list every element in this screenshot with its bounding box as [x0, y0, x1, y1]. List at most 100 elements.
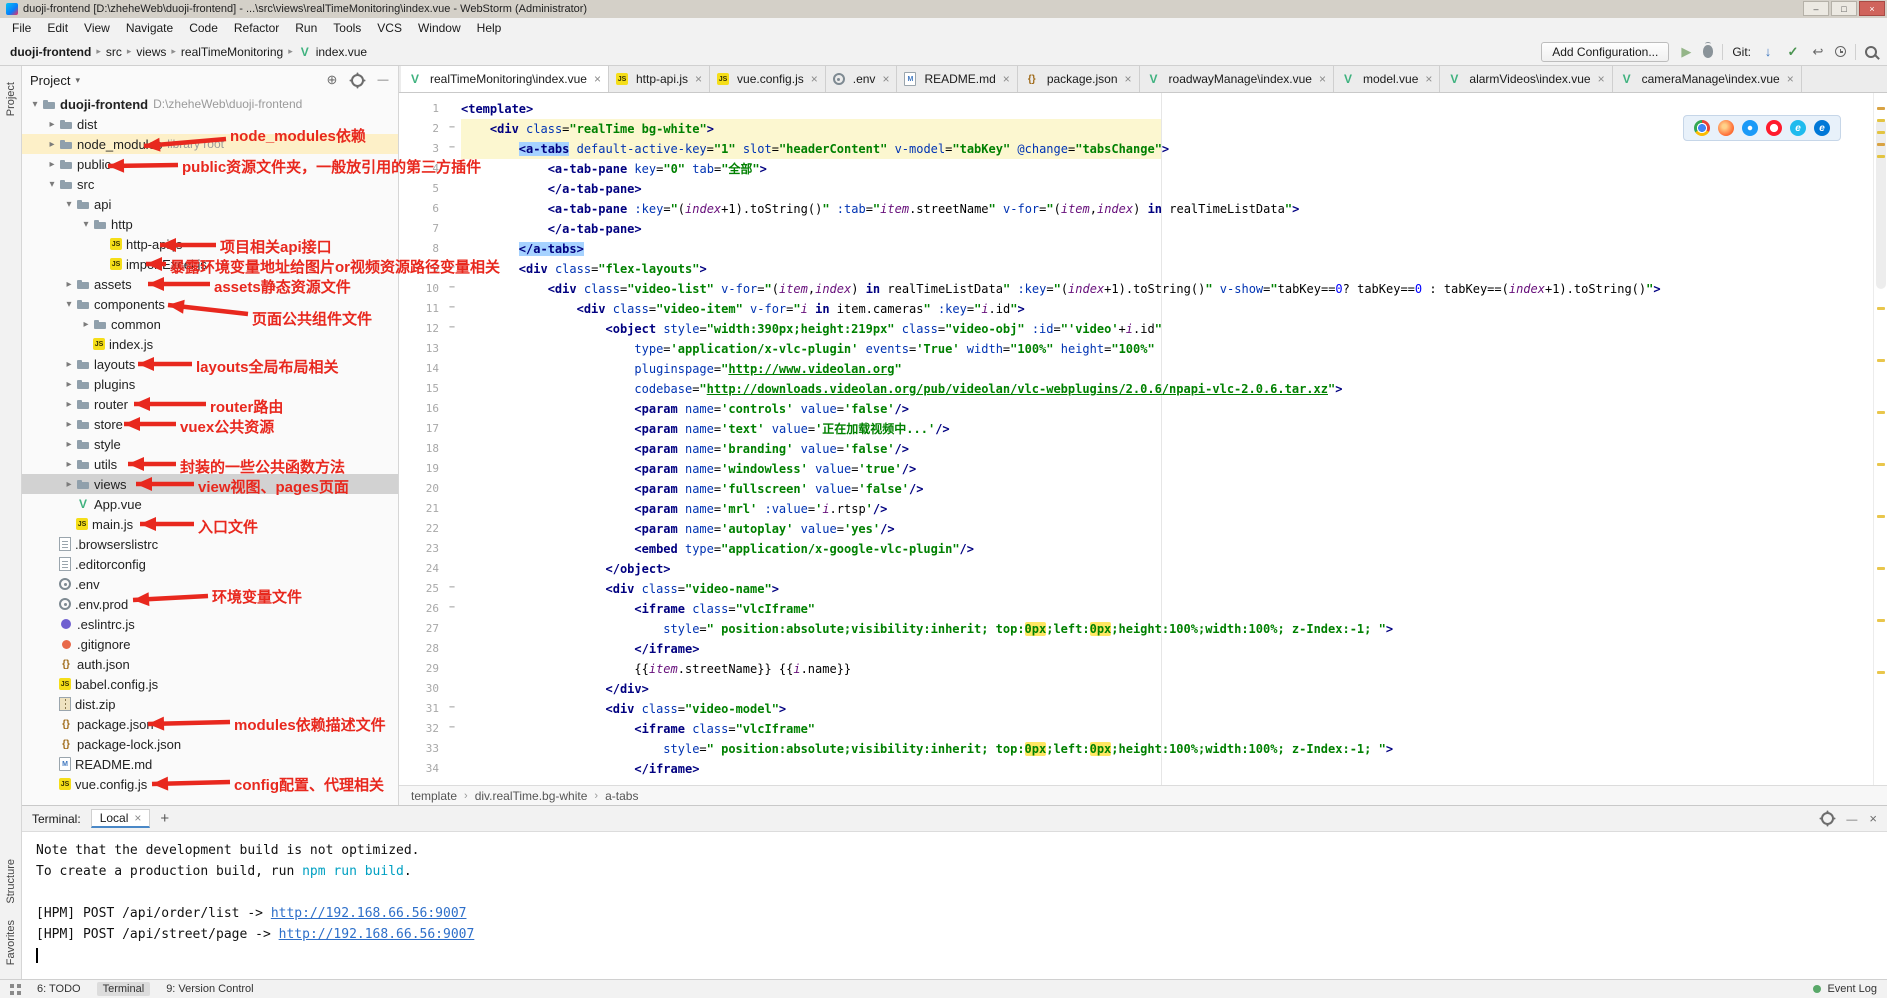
terminal-link[interactable]: http://192.168.66.56:9007 — [271, 906, 467, 921]
tree-item-.editorconfig[interactable]: .editorconfig — [22, 554, 398, 574]
tree-item-App.vue[interactable]: App.vue — [22, 494, 398, 514]
search-everywhere-icon[interactable] — [1865, 46, 1877, 58]
history-clock-icon[interactable] — [1835, 46, 1846, 57]
tree-item-api[interactable]: ▾api — [22, 194, 398, 214]
tree-item-dist[interactable]: ▸dist — [22, 114, 398, 134]
tree-item-http-api.js[interactable]: http-api.js — [22, 234, 398, 254]
line-number[interactable]: 11 — [399, 299, 443, 319]
editor-tab[interactable]: vue.config.js× — [710, 66, 826, 92]
tree-item-http[interactable]: ▾http — [22, 214, 398, 234]
fold-marker-icon[interactable]: − — [443, 279, 461, 299]
tab-close-icon[interactable]: × — [1425, 72, 1432, 86]
line-number[interactable]: 3 — [399, 139, 443, 159]
fold-marker-icon[interactable]: − — [443, 319, 461, 339]
tool-strip-structure[interactable]: Structure — [5, 859, 17, 904]
menu-file[interactable]: File — [4, 18, 39, 38]
tree-item-main.js[interactable]: main.js — [22, 514, 398, 534]
line-number[interactable]: 28 — [399, 639, 443, 659]
tree-item-style[interactable]: ▸style — [22, 434, 398, 454]
breadcrumb-item[interactable]: realTimeMonitoring — [181, 45, 283, 59]
minimize-button[interactable] — [1803, 1, 1829, 16]
menu-tools[interactable]: Tools — [325, 18, 369, 38]
editor-tab[interactable]: http-api.js× — [609, 66, 710, 92]
line-number[interactable]: 13 — [399, 339, 443, 359]
hide-panel-icon[interactable] — [376, 73, 390, 87]
line-number[interactable]: 21 — [399, 499, 443, 519]
locate-file-icon[interactable] — [325, 73, 339, 87]
tree-chevron-icon[interactable]: ▸ — [62, 399, 76, 410]
project-panel-header[interactable]: Project ▾ — [22, 66, 398, 94]
line-number[interactable]: 9 — [399, 259, 443, 279]
line-number[interactable]: 16 — [399, 399, 443, 419]
line-number[interactable]: 23 — [399, 539, 443, 559]
breadcrumb-item[interactable]: duoji-frontend — [10, 45, 91, 59]
fold-marker-icon[interactable]: − — [443, 259, 461, 279]
tree-chevron-icon[interactable]: ▾ — [28, 99, 42, 110]
tab-close-icon[interactable]: × — [1598, 72, 1605, 86]
line-number[interactable]: 5 — [399, 179, 443, 199]
breadcrumb-item[interactable]: index.vue — [316, 45, 367, 59]
line-number[interactable]: 19 — [399, 459, 443, 479]
tab-close-icon[interactable]: × — [1787, 72, 1794, 86]
tree-item-utils[interactable]: ▸utils — [22, 454, 398, 474]
tree-item-vue.config.js[interactable]: vue.config.js — [22, 774, 398, 794]
tree-item-src[interactable]: ▾src — [22, 174, 398, 194]
line-number[interactable]: 25 — [399, 579, 443, 599]
menu-vcs[interactable]: VCS — [369, 18, 410, 38]
tree-item-auth.json[interactable]: auth.json — [22, 654, 398, 674]
tab-close-icon[interactable]: × — [1003, 72, 1010, 86]
tree-item-importExcel.js[interactable]: importExcel.js — [22, 254, 398, 274]
line-number[interactable]: 29 — [399, 659, 443, 679]
opera-browser-icon[interactable] — [1766, 120, 1782, 136]
tree-item-plugins[interactable]: ▸plugins — [22, 374, 398, 394]
debug-icon[interactable] — [1703, 45, 1713, 58]
fold-marker-icon[interactable]: − — [443, 139, 461, 159]
tree-chevron-icon[interactable]: ▾ — [45, 179, 59, 190]
line-number[interactable]: 15 — [399, 379, 443, 399]
line-number[interactable]: 22 — [399, 519, 443, 539]
close-panel-icon[interactable] — [1869, 811, 1877, 826]
event-log-label[interactable]: Event Log — [1827, 983, 1877, 995]
tree-item-.eslintrc.js[interactable]: .eslintrc.js — [22, 614, 398, 634]
statusbar-item-9-version-control[interactable]: 9: Version Control — [166, 983, 253, 995]
editor-tab[interactable]: roadwayManage\index.vue× — [1140, 66, 1334, 92]
line-number[interactable]: 7 — [399, 219, 443, 239]
line-number[interactable]: 12 — [399, 319, 443, 339]
error-stripe[interactable] — [1873, 93, 1887, 785]
edge-browser-icon[interactable] — [1814, 120, 1830, 136]
line-number[interactable]: 8 — [399, 239, 443, 259]
editor-tab[interactable]: .env× — [826, 66, 898, 92]
run-icon[interactable] — [1678, 44, 1694, 60]
tree-item-.browserslistrc[interactable]: .browserslistrc — [22, 534, 398, 554]
safari-browser-icon[interactable] — [1742, 120, 1758, 136]
tree-chevron-icon[interactable]: ▸ — [62, 439, 76, 450]
tree-chevron-icon[interactable]: ▸ — [62, 379, 76, 390]
line-number[interactable]: 32 — [399, 719, 443, 739]
line-number[interactable]: 2 — [399, 119, 443, 139]
breadcrumb-item[interactable]: views — [136, 45, 166, 59]
line-number[interactable]: 27 — [399, 619, 443, 639]
fold-marker-icon[interactable]: − — [443, 299, 461, 319]
tool-strip-favorites[interactable]: Favorites — [5, 920, 17, 965]
tree-chevron-icon[interactable]: ▸ — [62, 459, 76, 470]
tree-item-package-lock.json[interactable]: package-lock.json — [22, 734, 398, 754]
line-number[interactable]: 30 — [399, 679, 443, 699]
editor-tab[interactable]: cameraManage\index.vue× — [1613, 66, 1802, 92]
tree-item-duoji-frontend[interactable]: ▾duoji-frontendD:\zheheWeb\duoji-fronten… — [22, 94, 398, 114]
tree-item-common[interactable]: ▸common — [22, 314, 398, 334]
tab-close-icon[interactable]: × — [811, 72, 818, 86]
tree-item-index.js[interactable]: index.js — [22, 334, 398, 354]
breadcrumb-item[interactable]: src — [106, 45, 122, 59]
maximize-button[interactable] — [1831, 1, 1857, 16]
editor-breadcrumb-item[interactable]: template — [411, 789, 457, 803]
fold-marker-icon[interactable]: − — [443, 699, 461, 719]
tool-strip-project[interactable]: Project — [5, 82, 17, 116]
editor-tab[interactable]: realTimeMonitoring\index.vue× — [401, 66, 609, 93]
firefox-browser-icon[interactable] — [1718, 120, 1734, 136]
tree-item-babel.config.js[interactable]: babel.config.js — [22, 674, 398, 694]
tree-item-components[interactable]: ▾components — [22, 294, 398, 314]
add-configuration-button[interactable]: Add Configuration... — [1541, 42, 1669, 62]
git-update-icon[interactable] — [1760, 44, 1776, 60]
line-number[interactable]: 24 — [399, 559, 443, 579]
editor-tab[interactable]: package.json× — [1018, 66, 1140, 92]
